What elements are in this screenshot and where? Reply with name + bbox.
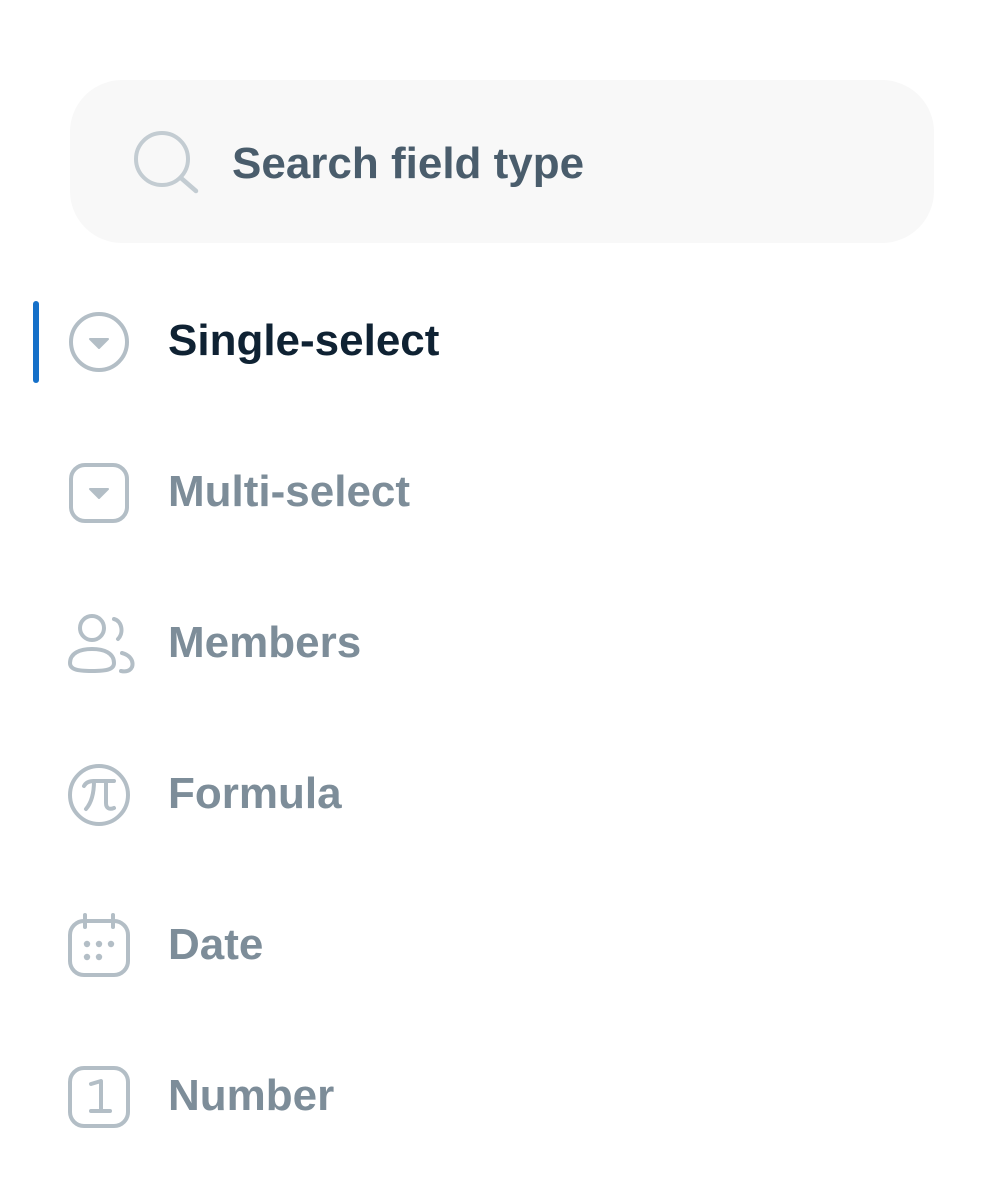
active-indicator: [33, 301, 39, 383]
single-select-icon: [66, 309, 132, 375]
field-type-multi-select[interactable]: Multi-select: [30, 438, 960, 548]
active-indicator: [33, 603, 39, 685]
multi-select-icon: [66, 460, 132, 526]
members-icon: [66, 611, 135, 677]
field-type-single-select[interactable]: Single-select: [30, 287, 960, 397]
field-type-number[interactable]: Number: [30, 1042, 960, 1152]
field-type-label: Number: [168, 1071, 335, 1120]
active-indicator: [33, 1056, 39, 1138]
search-icon: [132, 130, 200, 194]
active-indicator: [33, 754, 39, 836]
field-type-label: Formula: [168, 769, 342, 818]
calendar-icon: [66, 913, 132, 979]
field-type-picker: Single-select Multi-select: [0, 0, 1001, 1204]
field-type-date[interactable]: Date: [30, 891, 960, 1001]
active-indicator: [33, 452, 39, 534]
active-indicator: [33, 905, 39, 987]
field-type-label: Members: [168, 618, 362, 667]
field-type-label: Date: [168, 920, 264, 969]
field-type-formula[interactable]: Formula: [30, 740, 960, 850]
formula-pi-icon: [66, 762, 132, 828]
number-icon: [66, 1064, 132, 1130]
field-type-members[interactable]: Members: [30, 589, 960, 699]
field-type-label: Single-select: [168, 316, 440, 365]
search-input[interactable]: [232, 126, 892, 202]
field-type-label: Multi-select: [168, 467, 411, 516]
